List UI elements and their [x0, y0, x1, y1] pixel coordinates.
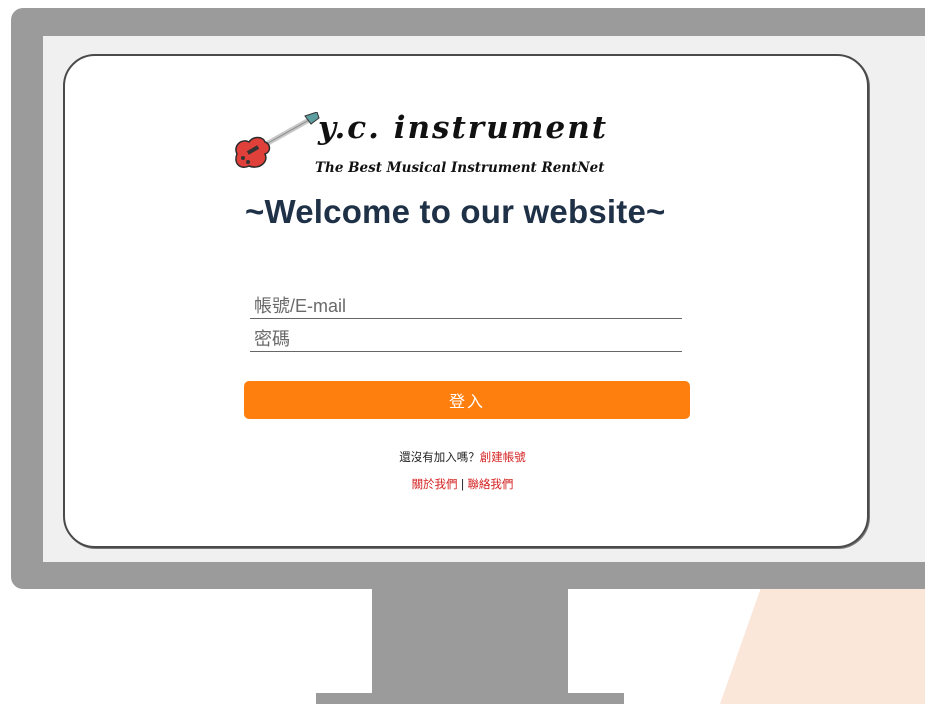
electric-guitar-icon — [235, 112, 320, 168]
password-input[interactable] — [250, 327, 682, 352]
link-separator: | — [460, 477, 465, 491]
signup-prompt: 還沒有加入嗎？ — [399, 450, 480, 464]
account-input[interactable] — [250, 294, 682, 319]
about-us-link[interactable]: 關於我們 — [412, 477, 458, 491]
monitor-stand-base — [316, 693, 624, 704]
create-account-link[interactable]: 創建帳號 — [480, 450, 526, 464]
monitor-stand-neck — [372, 589, 568, 694]
contact-us-link[interactable]: 聯絡我們 — [467, 477, 513, 491]
brand-name: y.c. instrument — [318, 110, 609, 146]
welcome-title: ~Welcome to our website~ — [245, 193, 666, 230]
login-button[interactable]: 登入 — [244, 381, 690, 419]
brand-tagline: The Best Musical Instrument RentNet — [315, 160, 605, 176]
signup-row: 還沒有加入嗎？創建帳號 — [0, 449, 925, 465]
footer-links: 關於我們 | 聯絡我們 — [0, 476, 925, 492]
